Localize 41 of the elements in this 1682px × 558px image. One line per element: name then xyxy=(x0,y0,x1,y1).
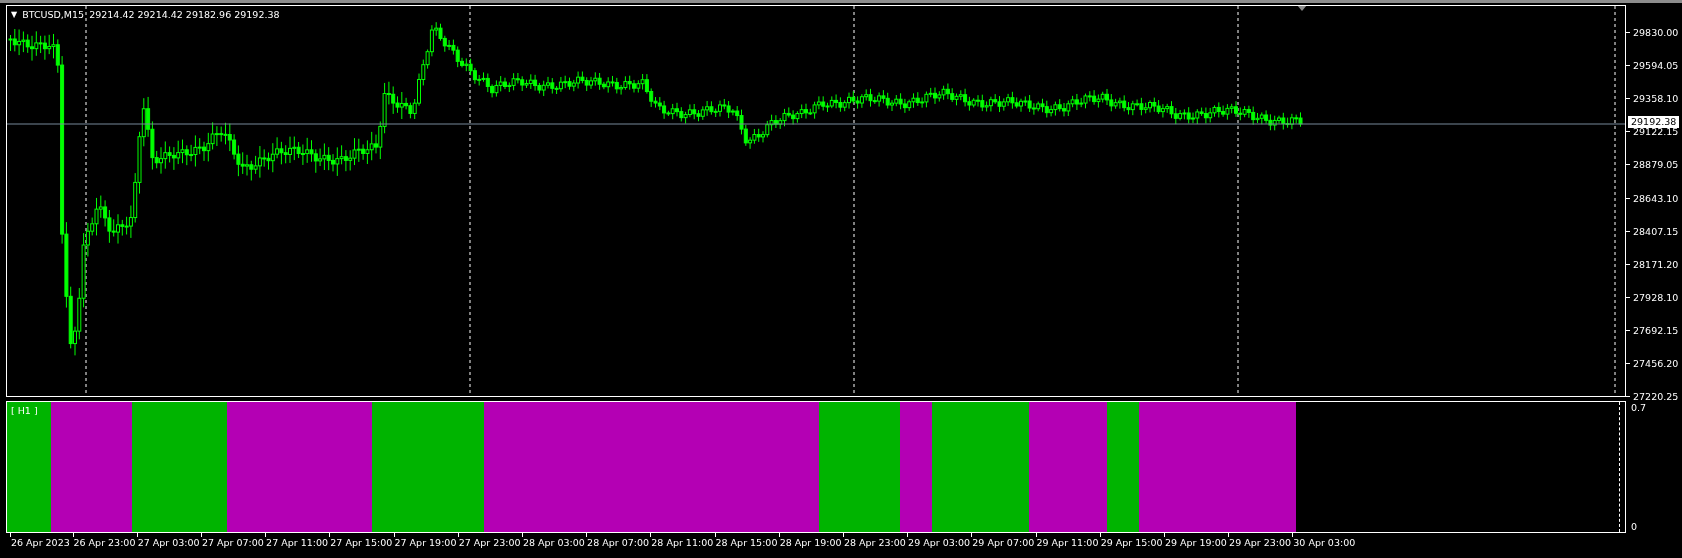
time-label: 29 Apr 15:00 xyxy=(1100,537,1163,548)
time-label: 28 Apr 11:00 xyxy=(651,537,714,548)
time-label: 28 Apr 15:00 xyxy=(715,537,778,548)
price-label: 29594.05 xyxy=(1633,60,1679,73)
price-label: 28171.20 xyxy=(1633,258,1679,271)
time-label: 29 Apr 19:00 xyxy=(1164,537,1227,548)
price-label: 27928.10 xyxy=(1633,291,1679,304)
time-label: 26 Apr 23:00 xyxy=(73,537,136,548)
price-label: 28643.10 xyxy=(1633,192,1679,205)
time-label: 29 Apr 11:00 xyxy=(1036,537,1099,548)
time-label: 29 Apr 07:00 xyxy=(972,537,1035,548)
price-label: 29830.00 xyxy=(1633,27,1679,39)
time-label: 28 Apr 19:00 xyxy=(779,537,842,548)
price-label: 27220.25 xyxy=(1633,391,1679,404)
scale-label: 0.7 xyxy=(1631,402,1647,414)
time-label: 27 Apr 15:00 xyxy=(330,537,393,548)
time-label: 29 Apr 03:00 xyxy=(908,537,971,548)
scale-label: 0 xyxy=(1631,521,1638,533)
symbol-label: BTCUSD,M15 xyxy=(22,9,85,20)
time-label: 26 Apr 2023 xyxy=(11,537,70,548)
time-label: 28 Apr 07:00 xyxy=(587,537,650,548)
time-label: 28 Apr 03:00 xyxy=(522,537,585,548)
time-label: 29 Apr 23:00 xyxy=(1229,537,1292,548)
price-label: 28879.05 xyxy=(1633,159,1679,172)
ohlc-values: 29214.42 29214.42 29182.96 29192.38 xyxy=(89,9,280,20)
price-label: 28407.15 xyxy=(1633,225,1679,238)
price-label: 27692.15 xyxy=(1633,324,1679,337)
time-label: 27 Apr 07:00 xyxy=(201,537,264,548)
menu-icon[interactable]: ▼ xyxy=(11,10,18,19)
price-label: 29358.10 xyxy=(1633,93,1679,106)
price-label: 29122.15 xyxy=(1633,126,1679,139)
shift-marker-icon[interactable] xyxy=(1297,6,1307,11)
time-label: 30 Apr 03:00 xyxy=(1293,537,1356,548)
price-label: 27456.20 xyxy=(1633,358,1679,370)
current-price-label: 29192.38 xyxy=(1628,116,1680,128)
time-label: 28 Apr 23:00 xyxy=(843,537,906,548)
time-label: 27 Apr 19:00 xyxy=(394,537,457,548)
time-label: 27 Apr 23:00 xyxy=(458,537,521,548)
time-label: 27 Apr 11:00 xyxy=(266,537,329,548)
indicator-label: [ H1 ] xyxy=(11,405,38,416)
time-label: 27 Apr 03:00 xyxy=(137,537,200,548)
